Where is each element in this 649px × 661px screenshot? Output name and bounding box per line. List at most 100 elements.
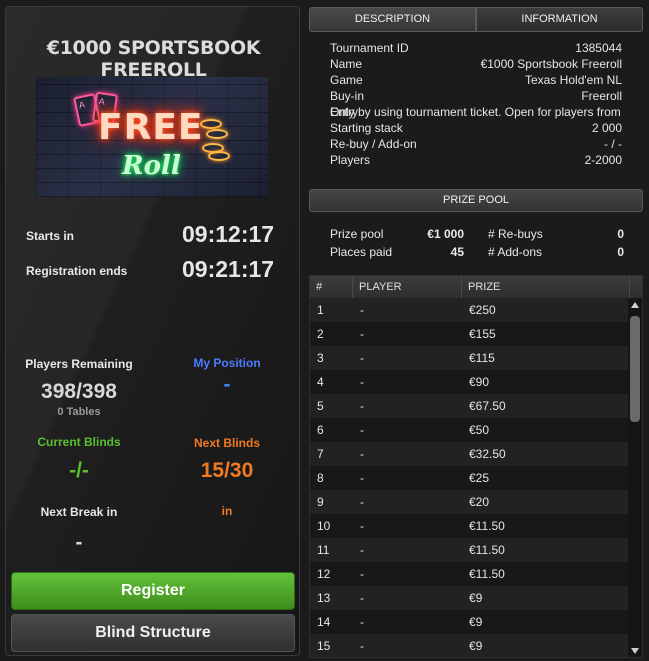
player-cell: -	[360, 471, 364, 485]
registration-ends-value: 09:21:17	[182, 256, 275, 282]
rank-cell: 5	[317, 399, 324, 413]
players-remaining-value: 398/398	[41, 380, 117, 403]
rank-cell: 13	[317, 591, 331, 605]
player-cell: -	[360, 303, 364, 317]
prize-cell: €32.50	[469, 447, 506, 461]
column-header-player[interactable]: PLAYER	[353, 276, 462, 298]
starts-in-label: Starts in	[26, 229, 75, 243]
rank-cell: 14	[317, 615, 331, 629]
table-row: 8 - €25	[310, 466, 642, 490]
registration-ends-label: Registration ends	[26, 264, 128, 278]
entry-value: Only by using tournament ticket. Open fo…	[330, 105, 621, 119]
prize-table-header: # PLAYER PRIZE	[310, 276, 642, 298]
register-button[interactable]: Register	[11, 572, 295, 610]
table-row: 11 - €11.50	[310, 538, 642, 562]
info-row: Starting stack 2 000	[330, 120, 622, 136]
table-row: 15 - €9	[310, 634, 642, 657]
buy-in-value: Freeroll	[581, 89, 622, 103]
my-position-value: -	[223, 373, 231, 396]
prize-pool-row: Places paid 45 # Add-ons 0	[330, 243, 624, 261]
prize-table: # PLAYER PRIZE 1 - €250 2 - €155 3 - €115 4 - €90 5 -…	[309, 275, 643, 658]
name-label: Name	[330, 57, 363, 71]
blind-structure-button[interactable]: Blind Structure	[11, 614, 295, 652]
player-cell: -	[360, 591, 364, 605]
rank-cell: 15	[317, 639, 331, 653]
info-row: Re-buy / Add-on - / -	[330, 136, 622, 152]
player-cell: -	[360, 495, 364, 509]
prize-cell: €9	[469, 615, 483, 629]
prize-table-body: 1 - €250 2 - €155 3 - €115 4 - €90 5 - €67.50 6 - €50 7 - €3…	[310, 298, 642, 657]
rank-cell: 3	[317, 351, 324, 365]
info-row: Entry Only by using tournament ticket. O…	[330, 104, 622, 120]
prize-cell: €67.50	[469, 399, 506, 413]
info-row: Game Texas Hold'em NL	[330, 72, 622, 88]
table-row: 1 - €250	[310, 298, 642, 322]
table-row: 4 - €90	[310, 370, 642, 394]
rebuys-label: # Re-buys	[488, 227, 543, 241]
places-paid-value: 45	[450, 245, 464, 259]
prize-cell: €11.50	[469, 543, 505, 557]
next-blinds-in-label: in	[221, 504, 233, 518]
prize-table-scrollbar[interactable]	[628, 298, 642, 657]
next-break-value: -	[75, 531, 83, 554]
prize-pool-row: Prize pool €1 000 # Re-buys 0	[330, 225, 624, 243]
prize-cell: €250	[469, 303, 496, 317]
tables-count: 0 Tables	[57, 406, 101, 418]
starting-stack-value: 2 000	[591, 121, 622, 135]
prize-pool-value: €1 000	[427, 227, 464, 241]
prize-cell: €20	[469, 495, 490, 509]
rebuy-addon-label: Re-buy / Add-on	[330, 137, 417, 151]
column-header-prize[interactable]: PRIZE	[462, 276, 630, 298]
prize-pool-label: Prize pool	[330, 227, 384, 241]
player-cell: -	[360, 615, 364, 629]
places-paid-label: Places paid	[330, 245, 393, 259]
column-header-rank[interactable]: #	[310, 276, 353, 298]
addons-value: 0	[617, 245, 624, 259]
my-position-label: My Position	[193, 356, 261, 370]
players-label: Players	[330, 153, 371, 167]
scroll-up-arrow-icon[interactable]	[631, 302, 639, 308]
scroll-down-arrow-icon[interactable]	[631, 648, 639, 654]
player-cell: -	[360, 639, 364, 653]
prize-cell: €90	[469, 375, 490, 389]
rank-cell: 1	[317, 303, 324, 317]
prize-cell: €25	[469, 471, 490, 485]
rank-cell: 6	[317, 423, 324, 437]
rank-cell: 10	[317, 519, 331, 533]
rank-cell: 8	[317, 471, 324, 485]
player-cell: -	[360, 399, 364, 413]
table-row: 12 - €11.50	[310, 562, 642, 586]
prize-cell: €11.50	[469, 519, 505, 533]
table-row: 9 - €20	[310, 490, 642, 514]
buy-in-label: Buy-in	[330, 89, 365, 103]
table-row: 5 - €67.50	[310, 394, 642, 418]
game-label: Game	[330, 73, 363, 87]
tab-description[interactable]: DESCRIPTION	[309, 7, 476, 32]
table-row: 3 - €115	[310, 346, 642, 370]
player-cell: -	[360, 423, 364, 437]
rank-cell: 11	[317, 543, 330, 557]
tournament-id-value: 1385044	[575, 41, 622, 55]
scrollbar-thumb[interactable]	[630, 316, 640, 422]
name-value: €1000 Sportsbook Freeroll	[480, 57, 622, 71]
table-row: 13 - €9	[310, 586, 642, 610]
banner-roll-text: Roll	[122, 151, 181, 181]
player-cell: -	[360, 519, 364, 533]
table-row: 2 - €155	[310, 322, 642, 346]
tournament-title: €1000 SPORTSBOOK FREEROLL	[46, 37, 261, 81]
prize-pool-summary: Prize pool €1 000 # Re-buys 0 Places pai…	[330, 225, 624, 261]
rank-cell: 4	[317, 375, 324, 389]
players-value: 2-2000	[584, 153, 622, 167]
prize-cell: €155	[469, 327, 496, 341]
current-blinds-value: -/-	[69, 459, 89, 482]
prize-cell: €50	[469, 423, 490, 437]
player-cell: -	[360, 543, 364, 557]
prize-cell: €11.50	[469, 567, 505, 581]
info-row: Tournament ID 1385044	[330, 40, 622, 56]
players-remaining-label: Players Remaining	[25, 357, 133, 371]
tournament-id-label: Tournament ID	[330, 41, 409, 55]
current-blinds-label: Current Blinds	[37, 435, 121, 449]
table-row: 14 - €9	[310, 610, 642, 634]
tab-information[interactable]: INFORMATION	[476, 7, 643, 32]
info-tabs: DESCRIPTION INFORMATION	[309, 7, 643, 32]
